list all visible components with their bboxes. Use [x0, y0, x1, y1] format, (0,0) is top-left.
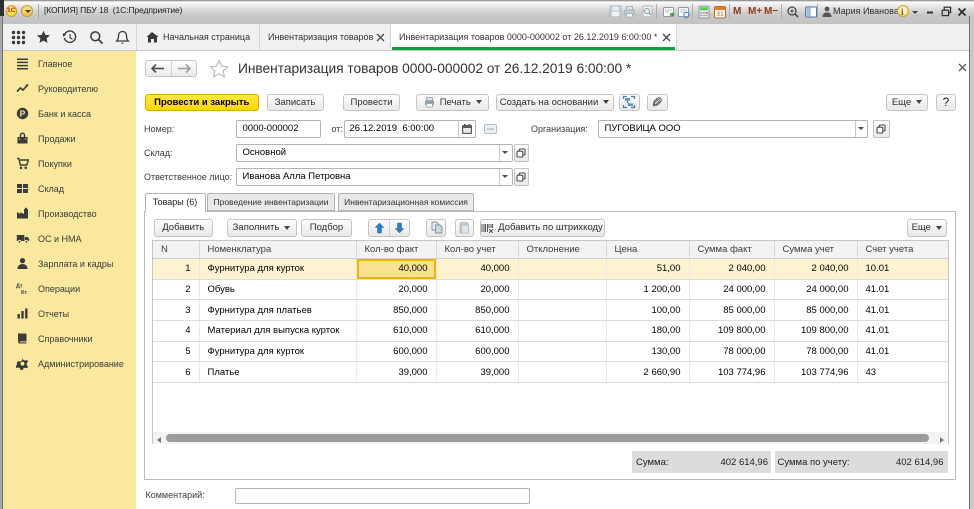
svg-text:31: 31	[716, 11, 724, 18]
svg-text:Дт: Дт	[16, 284, 23, 290]
svg-text:P: P	[20, 109, 26, 119]
svg-text:Кт: Кт	[21, 290, 27, 295]
